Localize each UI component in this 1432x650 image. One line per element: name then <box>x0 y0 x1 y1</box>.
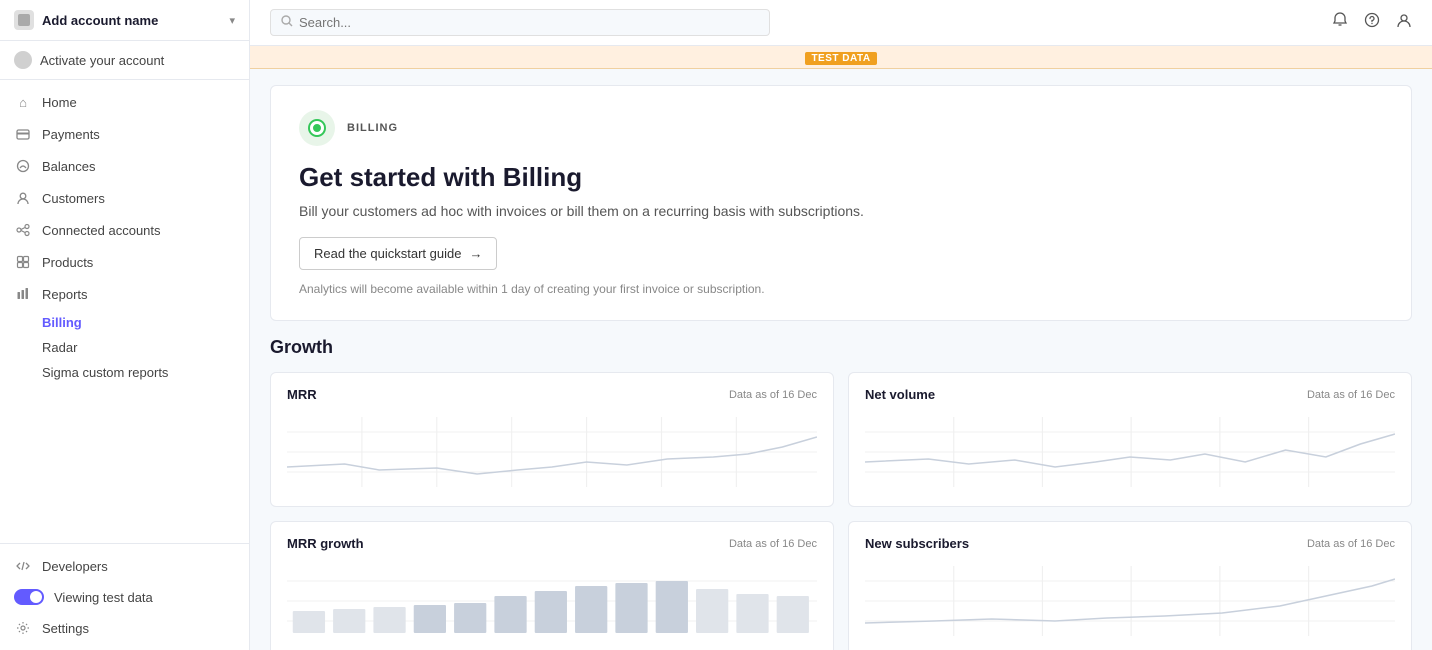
sidebar-item-settings[interactable]: Settings <box>0 612 249 644</box>
activate-icon <box>14 51 32 69</box>
sidebar-item-products[interactable]: Products <box>0 246 249 278</box>
search-input[interactable] <box>299 15 759 30</box>
chart-card-mrr-growth: MRR growth Data as of 16 Dec <box>270 521 834 650</box>
user-icon[interactable] <box>1396 12 1412 33</box>
activate-account-item[interactable]: Activate your account <box>0 41 249 80</box>
chart-title-net-volume: Net volume <box>865 387 935 402</box>
arrow-right-icon: → <box>469 246 482 261</box>
quickstart-button[interactable]: Read the quickstart guide → <box>299 237 497 270</box>
bell-icon[interactable] <box>1332 12 1348 33</box>
sidebar-item-home[interactable]: ⌂ Home <box>0 86 249 118</box>
help-icon[interactable] <box>1364 12 1380 33</box>
chart-title-new-subscribers: New subscribers <box>865 536 969 551</box>
connected-icon <box>14 221 32 239</box>
search-icon <box>281 15 293 30</box>
sidebar-item-customers-label: Customers <box>42 191 105 206</box>
sidebar-item-sigma[interactable]: Sigma custom reports <box>0 360 249 385</box>
header <box>250 0 1432 46</box>
chart-area-new-subscribers <box>865 561 1395 641</box>
chart-title-mrr: MRR <box>287 387 317 402</box>
sidebar-item-reports-label: Reports <box>42 287 88 302</box>
quickstart-button-label: Read the quickstart guide <box>314 246 461 261</box>
balances-icon <box>14 157 32 175</box>
growth-title: Growth <box>270 337 1412 358</box>
test-data-banner: TEST DATA <box>250 46 1432 69</box>
chart-header-mrr-growth: MRR growth Data as of 16 Dec <box>287 536 817 551</box>
billing-card-header: BILLING <box>299 110 1383 146</box>
sidebar-item-developers-label: Developers <box>42 559 108 574</box>
billing-dot <box>310 121 324 135</box>
sidebar-item-connected[interactable]: Connected accounts <box>0 214 249 246</box>
sidebar-nav: ⌂ Home Payments Balances Customers Con <box>0 80 249 391</box>
settings-icon <box>14 619 32 637</box>
content-area: TEST DATA BILLING Get started with Billi… <box>250 46 1432 650</box>
chart-date-mrr: Data as of 16 Dec <box>729 389 817 401</box>
billing-intro-card: BILLING Get started with Billing Bill yo… <box>270 85 1412 321</box>
main-area: TEST DATA BILLING Get started with Billi… <box>250 0 1432 650</box>
sidebar-item-developers[interactable]: Developers <box>0 550 249 582</box>
search-bar[interactable] <box>270 9 770 36</box>
activate-label: Activate your account <box>40 53 164 68</box>
customers-icon <box>14 189 32 207</box>
reports-icon <box>14 285 32 303</box>
chart-header-new-subscribers: New subscribers Data as of 16 Dec <box>865 536 1395 551</box>
sidebar-item-billing-label: Billing <box>42 315 82 330</box>
chart-date-mrr-growth: Data as of 16 Dec <box>729 538 817 550</box>
chevron-down-icon: ▾ <box>229 14 235 27</box>
sidebar-item-radar-label: Radar <box>42 340 77 355</box>
sidebar-item-payments[interactable]: Payments <box>0 118 249 150</box>
sidebar-item-payments-label: Payments <box>42 127 100 142</box>
home-icon: ⌂ <box>14 93 32 111</box>
test-data-switch[interactable] <box>14 589 44 605</box>
chart-card-net-volume: Net volume Data as of 16 Dec <box>848 372 1412 507</box>
billing-title: Get started with Billing <box>299 162 1383 193</box>
account-icon <box>14 10 34 30</box>
test-data-badge: TEST DATA <box>805 52 876 65</box>
sidebar-item-connected-label: Connected accounts <box>42 223 161 238</box>
viewing-test-data-toggle[interactable]: Viewing test data <box>0 582 249 612</box>
header-icons <box>1332 12 1412 33</box>
billing-badge-label: BILLING <box>347 122 398 134</box>
sidebar-item-settings-label: Settings <box>42 621 89 636</box>
analytics-note: Analytics will become available within 1… <box>299 282 1383 296</box>
chart-header-net-volume: Net volume Data as of 16 Dec <box>865 387 1395 402</box>
billing-description: Bill your customers ad hoc with invoices… <box>299 203 1383 219</box>
chart-area-mrr-growth <box>287 561 817 641</box>
account-selector[interactable]: Add account name ▾ <box>0 0 249 41</box>
charts-grid: MRR Data as of 16 Dec <box>270 372 1412 650</box>
chart-date-new-subscribers: Data as of 16 Dec <box>1307 538 1395 550</box>
chart-header-mrr: MRR Data as of 16 Dec <box>287 387 817 402</box>
sidebar-bottom: Developers Viewing test data Settings <box>0 543 249 650</box>
sidebar-item-sigma-label: Sigma custom reports <box>42 365 168 380</box>
payments-icon <box>14 125 32 143</box>
growth-section: Growth MRR Data as of 16 Dec <box>250 337 1432 650</box>
products-icon <box>14 253 32 271</box>
chart-card-new-subscribers: New subscribers Data as of 16 Dec <box>848 521 1412 650</box>
sidebar-item-products-label: Products <box>42 255 93 270</box>
sidebar-item-balances[interactable]: Balances <box>0 150 249 182</box>
sidebar-item-balances-label: Balances <box>42 159 95 174</box>
chart-title-mrr-growth: MRR growth <box>287 536 364 551</box>
sidebar-item-home-label: Home <box>42 95 77 110</box>
sidebar-item-reports[interactable]: Reports <box>0 278 249 310</box>
developers-icon <box>14 557 32 575</box>
billing-logo-wrap <box>299 110 335 146</box>
sidebar: Add account name ▾ Activate your account… <box>0 0 250 650</box>
test-data-label: Viewing test data <box>54 590 153 605</box>
chart-date-net-volume: Data as of 16 Dec <box>1307 389 1395 401</box>
chart-card-mrr: MRR Data as of 16 Dec <box>270 372 834 507</box>
sidebar-item-radar[interactable]: Radar <box>0 335 249 360</box>
sidebar-item-billing[interactable]: Billing <box>0 310 249 335</box>
account-name: Add account name <box>42 13 229 28</box>
chart-area-mrr <box>287 412 817 492</box>
chart-area-net-volume <box>865 412 1395 492</box>
sidebar-item-customers[interactable]: Customers <box>0 182 249 214</box>
